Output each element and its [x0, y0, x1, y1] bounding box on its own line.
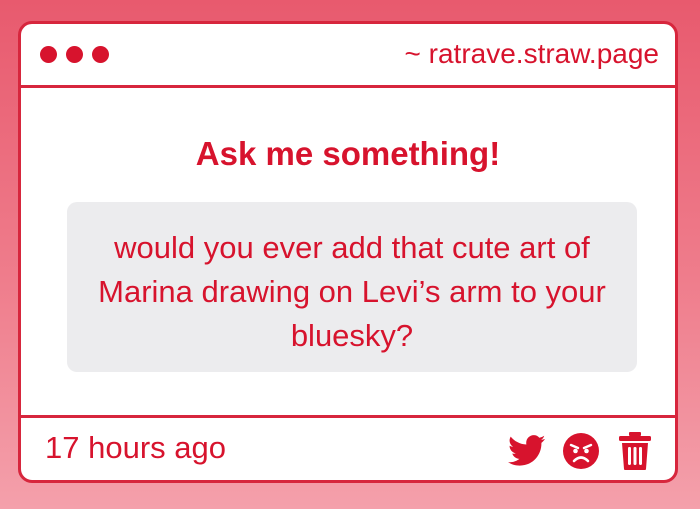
- question-area: Ask me something! would you ever add tha…: [21, 88, 675, 415]
- twitter-icon: [508, 435, 546, 466]
- question-box: would you ever add that cute art of Mari…: [67, 202, 637, 372]
- card-footer: 17 hours ago: [21, 415, 675, 480]
- angry-face-icon: [563, 433, 599, 469]
- report-button[interactable]: [561, 431, 601, 471]
- window-controls: [40, 46, 109, 63]
- window-dot-2: [66, 46, 83, 63]
- page-title: Ask me something!: [195, 135, 501, 172]
- share-twitter-button[interactable]: [507, 431, 547, 471]
- action-bar: [507, 431, 655, 471]
- site-url[interactable]: ~ ratrave.straw.page: [405, 40, 659, 68]
- trash-icon: [619, 432, 651, 470]
- window-dot-3: [92, 46, 109, 63]
- ask-card: ~ ratrave.straw.page Ask me something! w…: [18, 21, 678, 483]
- delete-button[interactable]: [615, 431, 655, 471]
- question-text: would you ever add that cute art of Mari…: [98, 230, 606, 353]
- window-dot-1: [40, 46, 57, 63]
- timestamp: 17 hours ago: [45, 430, 226, 465]
- window-titlebar: ~ ratrave.straw.page: [21, 24, 675, 88]
